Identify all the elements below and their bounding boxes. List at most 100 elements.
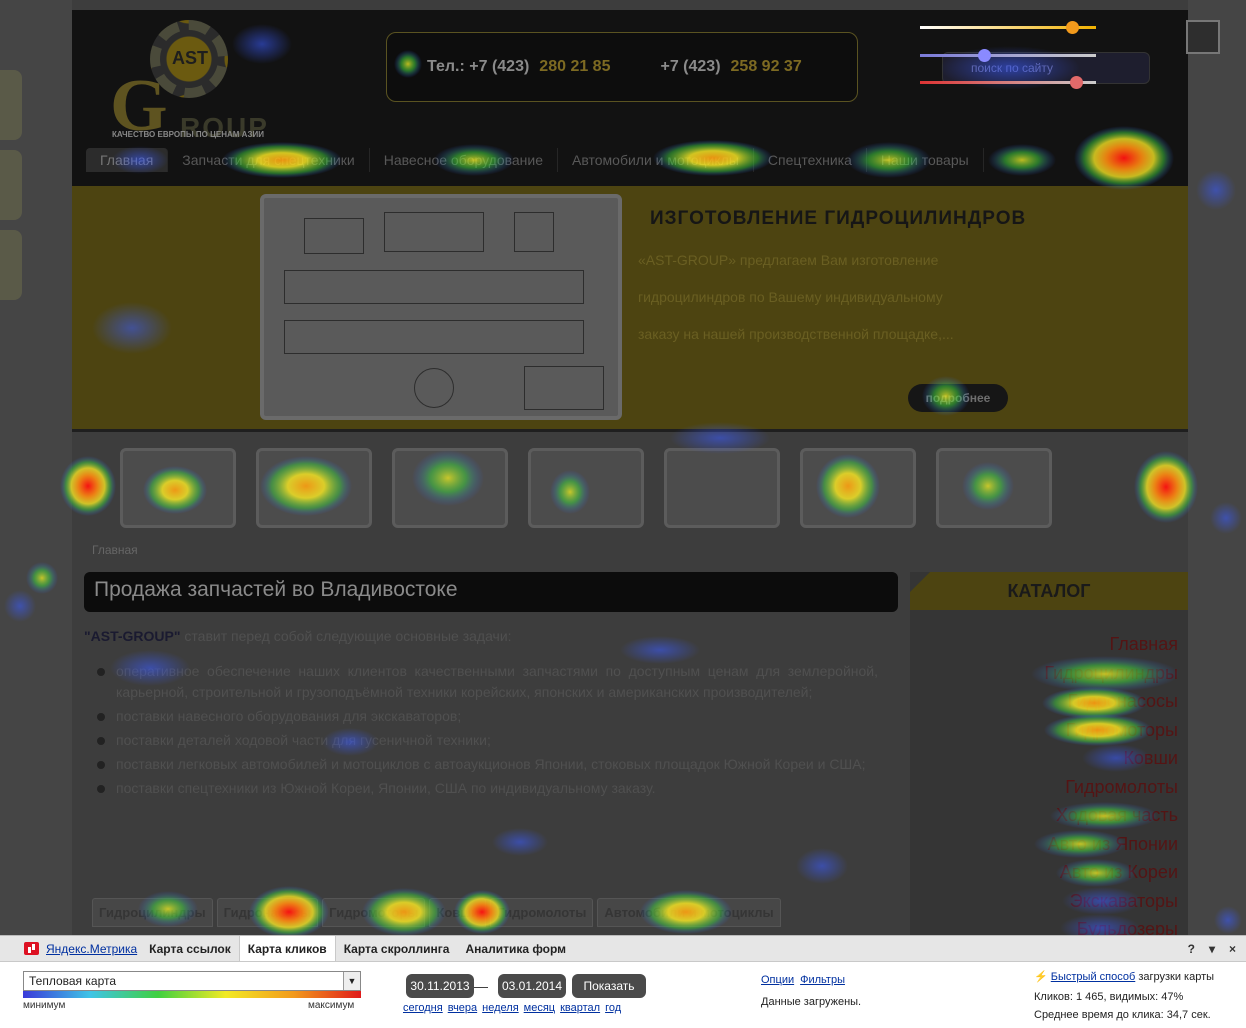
show-button[interactable]: Показать [572,974,646,998]
menu-item-attachments[interactable]: Навесное оборудование [370,148,559,172]
metrika-brand-link[interactable]: Яндекс.Метрика [24,936,141,961]
main-menu: Главная Запчасти для спецтехники Навесно… [86,148,984,172]
phone-number-2[interactable]: 258 92 37 [731,58,802,76]
list-item: поставки деталей ходовой части для гусен… [84,730,878,751]
menu-item-cars[interactable]: Автомобили и мотоциклы [558,148,754,172]
phone-number-1[interactable]: 280 21 85 [539,58,610,76]
tab-form-analytics[interactable]: Аналитика форм [457,936,574,961]
catalog-item-excavators[interactable]: Экскаваторы [910,891,1178,920]
range-today[interactable]: сегодня [403,1002,443,1014]
left-decor-tab [0,150,22,220]
tab-hydraulic-pumps[interactable]: Гидронасосы [216,898,319,927]
catalog-item-pumps[interactable]: Гидронасосы [910,691,1178,720]
catalog-item-buckets[interactable]: Ковши [910,748,1178,777]
fast-load-info: ⚡ Быстрый способ загрузки карты [1034,970,1214,983]
clicks-stat: Кликов: 1 465, видимых: 47% [1034,991,1184,1003]
page-title: Продажа запчастей во Владивостоке [84,572,898,612]
filters-link[interactable]: Фильтры [800,974,845,986]
quick-date-ranges: сегодня вчера неделя месяц квартал год [403,1002,621,1014]
range-week[interactable]: неделя [482,1002,519,1014]
legend-min-label: минимум [23,1000,66,1011]
legend-max-label: максимум [308,1000,355,1011]
banner-more-button[interactable]: подробнее [908,384,1008,412]
list-item: поставки навесного оборудования для экск… [84,706,878,727]
thumbnail-hydraulic-hammer[interactable] [528,448,644,528]
catalog-item-home[interactable]: Главная [910,634,1178,663]
main-content: "AST-GROUP" ставит перед собой следующие… [84,626,878,802]
date-from-input[interactable]: 30.11.2013 [406,974,474,998]
tab-link-map[interactable]: Карта ссылок [141,936,239,961]
breadcrumb[interactable]: Главная [92,543,138,557]
catalog-item-japan-cars[interactable]: Авто из Японии [910,834,1178,863]
tab-hydraulic-cylinders[interactable]: Гидроцилиндры [92,898,213,927]
slider-track[interactable] [920,21,1096,34]
catalog-item-undercarriage[interactable]: Ходовая часть [910,805,1178,834]
fast-load-link[interactable]: Быстрый способ [1051,971,1136,983]
thumbnail-hydraulic-pump[interactable] [256,448,372,528]
tab-click-map[interactable]: Карта кликов [238,936,336,961]
lead-text: ставит перед собой следующие основные за… [180,628,512,644]
tasks-list: оперативное обеспечение наших клиентов к… [84,661,878,799]
range-year[interactable]: год [605,1002,621,1014]
range-yesterday[interactable]: вчера [448,1002,477,1014]
range-month[interactable]: месяц [524,1002,555,1014]
banner-text-line: гидроцилиндров по Вашему индивидуальному [638,289,943,305]
left-decor-tab [0,230,22,300]
avg-time-stat: Среднее время до клика: 34,7 сек. [1034,1009,1211,1021]
menu-item-parts[interactable]: Запчасти для спецтехники [168,148,370,172]
slider-handle[interactable] [978,49,991,62]
tab-cars-motorcycles[interactable]: Автомобили и мотоциклы [597,898,781,927]
fast-load-text: загрузки карты [1135,971,1215,983]
options-links: Опции Фильтры [761,974,845,986]
load-status: Данные загружены. [761,996,862,1008]
catalog-sidebar: КАТАЛОГ Главная Гидроцилиндры Гидронасос… [910,572,1188,935]
thumbnail-undercarriage[interactable] [800,448,916,528]
left-decor-tab [0,70,22,140]
thumbnail-idler-wheel[interactable] [936,448,1052,528]
options-link[interactable]: Опции [761,974,794,986]
close-icon[interactable]: × [1229,942,1236,956]
slider-handle[interactable] [1066,21,1079,34]
help-icon[interactable]: ? [1188,942,1195,956]
catalog-item-cylinders[interactable]: Гидроцилиндры [910,663,1178,692]
metrika-logo-icon [24,942,39,955]
date-to-input[interactable]: 03.01.2014 [498,974,566,998]
thumbnail-hydraulic-cylinder[interactable] [120,448,236,528]
range-quarter[interactable]: квартал [560,1002,600,1014]
panel-controls: ? ▾ × [1188,942,1236,956]
heatmap-opacity-sliders [920,18,1100,94]
metrika-tabbar: Яндекс.Метрика Карта ссылок Карта кликов… [0,936,1246,962]
product-tabs: Гидроцилиндры Гидронасосы Гидромоторы Ко… [92,898,781,927]
menu-item-home[interactable]: Главная [86,148,169,172]
company-name: "AST-GROUP" [84,628,181,644]
slider-handle[interactable] [1070,76,1083,89]
tab-hydraulic-hammers[interactable]: Гидромолоты [490,898,594,927]
map-type-select[interactable]: Тепловая карта ▼ [23,971,361,991]
menu-item-our-goods[interactable]: Наши товары [867,148,984,172]
catalog-item-bulldozers[interactable]: Бульдозеры [910,919,1178,935]
slider-track[interactable] [920,49,1096,62]
menu-item-machinery[interactable]: Спецтехника [754,148,867,172]
thumbnail-parts[interactable] [664,448,780,528]
tab-buckets[interactable]: Ковши [429,898,487,927]
fullscreen-icon[interactable] [1186,20,1220,54]
map-type-value: Тепловая карта [29,974,117,988]
heat-legend-gradient [23,991,361,998]
list-item: поставки легковых автомобилей и мотоцикл… [84,754,878,775]
metrika-panel: Яндекс.Метрика Карта ссылок Карта кликов… [0,935,1246,1028]
catalog-item-korea-cars[interactable]: Авто из Кореи [910,862,1178,891]
collapse-icon[interactable]: ▾ [1209,942,1215,956]
tab-hydraulic-motors[interactable]: Гидромоторы [322,898,426,927]
slider-track[interactable] [920,76,1096,89]
phone-label: Тел.: +7 (423) [427,58,530,75]
website-page: AST G ROUP КАЧЕСТВО ЕВРОПЫ ПО ЦЕНАМ АЗИИ… [0,0,1246,935]
thumbnail-bucket[interactable] [392,448,508,528]
catalog-item-hammers[interactable]: Гидромолоты [910,777,1178,806]
promo-banner: ИЗГОТОВЛЕНИЕ ГИДРОЦИЛИНДРОВ «AST-GROUP» … [72,186,1188,432]
product-thumbnails [120,448,1052,528]
right-background-decoration [1188,0,1246,935]
tab-scroll-map[interactable]: Карта скроллинга [336,936,458,961]
catalog-item-motors[interactable]: Гидромоторы [910,720,1178,749]
banner-text-line: заказу на нашей производственной площадк… [638,326,954,342]
site-logo[interactable]: AST G ROUP [110,20,310,147]
